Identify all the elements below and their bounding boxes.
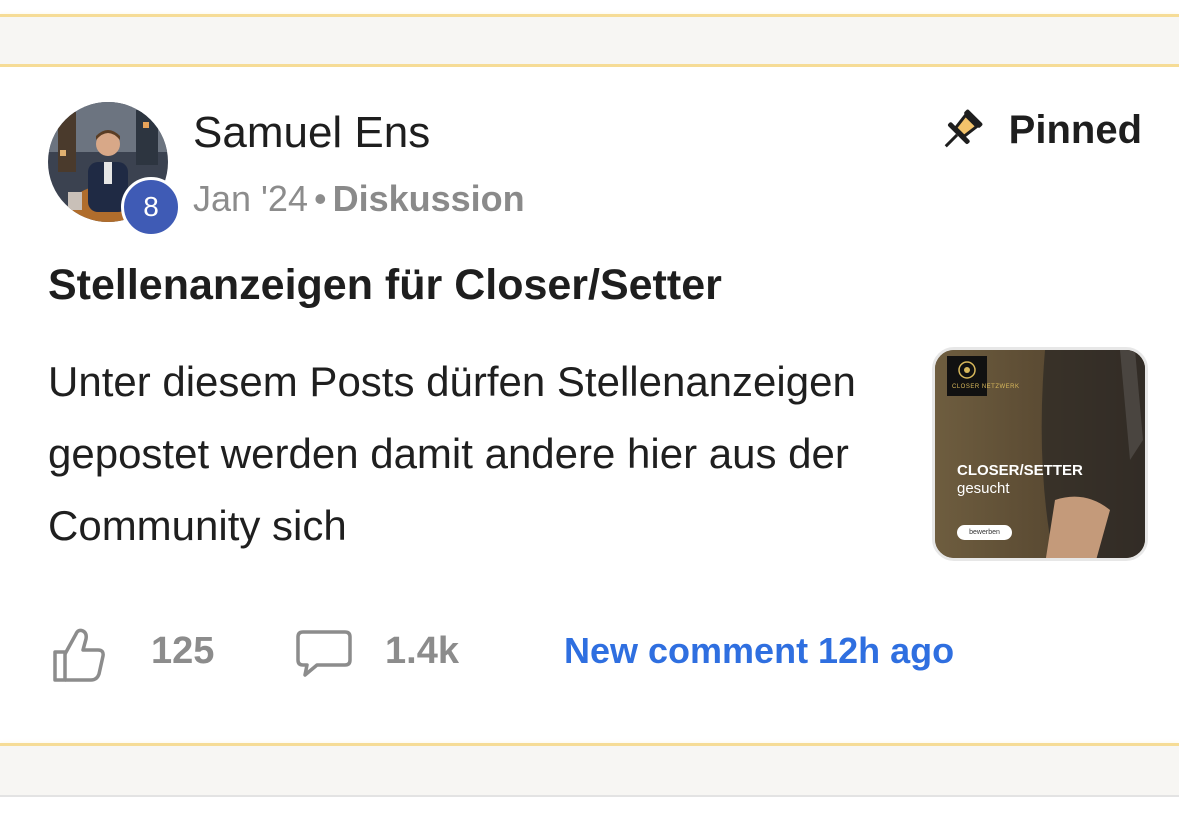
like-count: 125 — [151, 630, 215, 672]
meta-separator: • — [313, 178, 327, 219]
pinned-indicator: Pinned — [937, 105, 1142, 155]
thumbnail-headline-sub: gesucht — [957, 480, 1010, 497]
thumbnail-logo-text: CLOSER NETZWERK — [952, 384, 1020, 390]
thumbnail-headline: CLOSER/SETTER gesucht — [957, 462, 1083, 498]
level-badge: 8 — [121, 177, 181, 237]
post-card[interactable]: 8 Samuel Ens Jan '24 • Diskussion Pinned S… — [0, 67, 1179, 743]
post-excerpt[interactable]: Unter diesem Posts dürfen Stellenanzeige… — [48, 346, 908, 562]
post-category[interactable]: Diskussion — [333, 178, 525, 219]
post-meta: Jan '24 • Diskussion — [193, 177, 525, 221]
new-comment-link[interactable]: New comment 12h ago — [564, 630, 954, 672]
author-name[interactable]: Samuel Ens — [193, 107, 430, 159]
thumbnail-headline-main: CLOSER/SETTER — [957, 462, 1083, 479]
post-title[interactable]: Stellenanzeigen für Closer/Setter — [48, 259, 722, 311]
post-actions: 125 1.4k New comment 12h ago — [0, 622, 1179, 684]
feed-page: 8 Samuel Ens Jan '24 • Diskussion Pinned S… — [0, 0, 1179, 827]
post-thumbnail[interactable]: CLOSER NETZWERK CLOSER/SETTER gesucht be… — [932, 347, 1148, 561]
speech-bubble-icon[interactable] — [295, 628, 353, 678]
thumbs-up-icon[interactable] — [50, 626, 108, 684]
post-date: Jan '24 — [193, 178, 308, 219]
comment-count: 1.4k — [385, 630, 459, 672]
pinned-label: Pinned — [1008, 107, 1142, 152]
thumbnail-button: bewerben — [957, 525, 1012, 540]
pushpin-icon — [944, 109, 983, 148]
feed-separator-bottom — [0, 743, 1179, 827]
feed-separator-top — [0, 0, 1179, 67]
